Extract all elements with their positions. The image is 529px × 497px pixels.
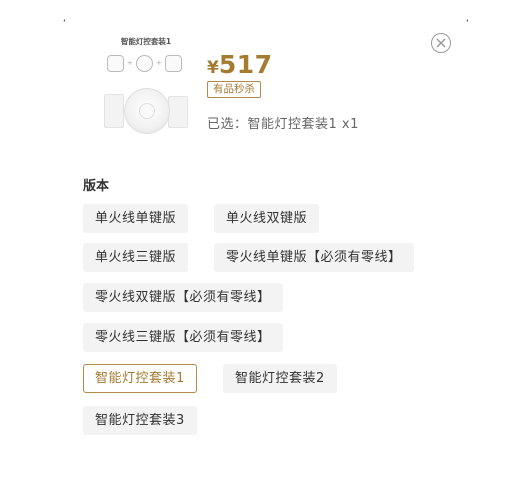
product-image: 智能灯控套装1 + + [96, 36, 196, 136]
option-4[interactable]: 零火线双键版【必须有零线】 [83, 283, 283, 312]
option-3[interactable]: 零火线单键版【必须有零线】 [214, 243, 414, 272]
option-6-selected[interactable]: 智能灯控套装1 [83, 364, 197, 393]
double-switch-icon [165, 55, 182, 72]
section-title-version: 版本 [83, 179, 110, 194]
plus-icon: + [156, 59, 162, 67]
switch-icon [107, 55, 124, 72]
price-currency: ¥ [207, 58, 219, 78]
product-image-title: 智能灯控套装1 [120, 37, 172, 46]
hub-icon [136, 55, 153, 72]
sku-selection-sheet: 智能灯控套装1 + + ¥517 有品秒杀 已选：智能灯控套装1 x1 版本 单… [66, 24, 466, 494]
option-8[interactable]: 智能灯控套装3 [83, 406, 197, 435]
selected-summary: 已选：智能灯控套装1 x1 [207, 117, 359, 132]
close-button[interactable] [431, 33, 451, 53]
wall-switch-left [104, 94, 124, 128]
option-0[interactable]: 单火线单键版 [83, 204, 189, 233]
product-image-icons: + + [105, 55, 190, 77]
crop-mark-right: ʻ [466, 19, 469, 29]
option-7[interactable]: 智能灯控套装2 [223, 364, 337, 393]
option-1[interactable]: 单火线双键版 [214, 204, 320, 233]
plus-icon: + [127, 59, 133, 67]
option-5[interactable]: 零火线三键版【必须有零线】 [83, 323, 283, 352]
price-value: 517 [218, 50, 273, 79]
gateway-hub [124, 88, 170, 134]
wall-switch-right [168, 96, 188, 128]
option-2[interactable]: 单火线三键版 [83, 243, 189, 272]
close-icon [436, 38, 446, 48]
price: ¥517 [207, 50, 273, 80]
flash-sale-badge: 有品秒杀 [207, 81, 261, 98]
